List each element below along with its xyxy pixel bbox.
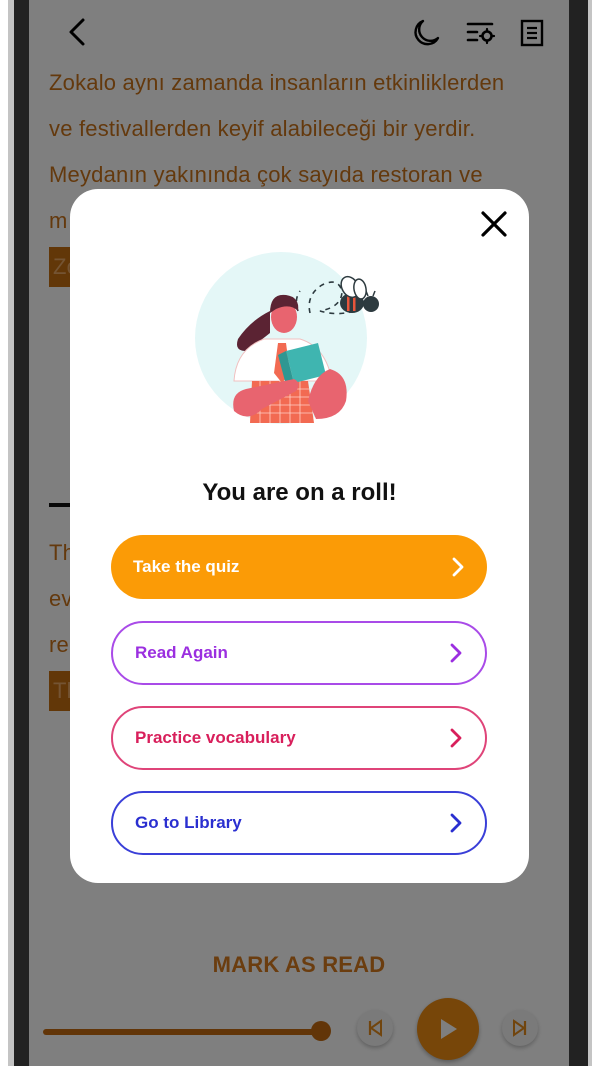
go-to-library-button[interactable]: Go to Library [111,791,487,855]
bee-icon [340,275,379,313]
modal-title: You are on a roll! [202,479,397,506]
practice-vocabulary-label: Practice vocabulary [135,728,296,747]
chevron-right-icon [450,813,462,833]
go-to-library-label: Go to Library [135,813,242,832]
screen: Zokalo aynı zamanda insanların etkinlikl… [29,0,569,1066]
read-again-button[interactable]: Read Again [111,621,487,685]
practice-vocabulary-button[interactable]: Practice vocabulary [111,706,487,770]
take-quiz-label: Take the quiz [133,557,240,576]
read-again-label: Read Again [135,643,228,662]
chevron-right-icon [450,728,462,748]
chevron-right-icon [452,557,464,577]
completion-modal: You are on a roll! Take the quiz Read Ag… [70,189,529,883]
close-button[interactable] [477,207,511,241]
woman-reading-illustration [195,252,379,424]
take-quiz-button[interactable]: Take the quiz [111,535,487,599]
chevron-right-icon [450,643,462,663]
close-icon [481,211,507,237]
